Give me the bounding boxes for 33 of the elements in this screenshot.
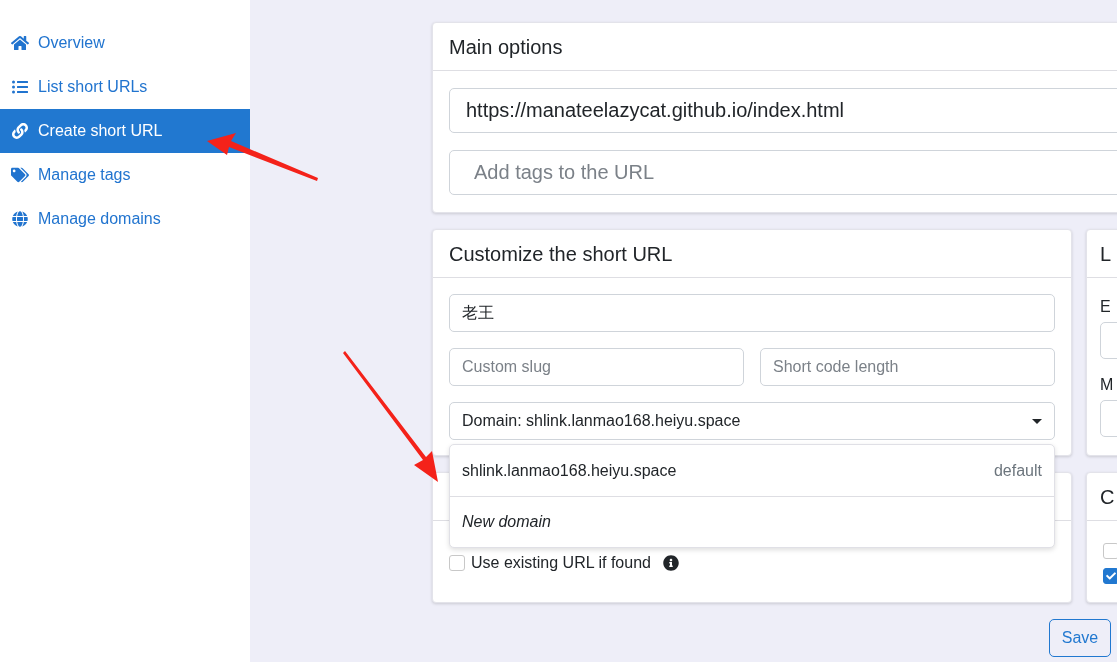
domain-select[interactable]: Domain: shlink.lanmao168.heiyu.space: [449, 402, 1055, 440]
checkbox[interactable]: [1103, 543, 1117, 559]
link-icon: [11, 123, 29, 139]
tags-icon: [11, 167, 29, 183]
info-icon: [662, 555, 679, 571]
default-label: default: [993, 460, 1042, 481]
tags-field[interactable]: Add tags to the URL: [449, 150, 1117, 195]
sidebar-item[interactable]: List short URLs: [0, 65, 250, 109]
list-icon: [11, 79, 29, 95]
slug-field[interactable]: Custom slug: [449, 348, 744, 386]
checkbox-label: Use existing URL if found: [471, 553, 651, 573]
card-title: L: [1100, 241, 1112, 267]
field-label: M: [1100, 375, 1115, 395]
card-title: Customize the short URL: [449, 241, 673, 267]
save-button[interactable]: Save: [1048, 619, 1112, 657]
check-icon: [1106, 571, 1116, 581]
sidebar-item[interactable]: Manage tags: [0, 153, 250, 197]
card-title: C: [1100, 484, 1115, 510]
field-label: E: [1100, 297, 1112, 317]
card-title: Main options: [449, 34, 563, 60]
url-field[interactable]: https://manateelazycat.github.io/index.html: [449, 88, 1117, 133]
globe-icon: [11, 211, 29, 227]
dropdown-item[interactable]: New domain: [450, 497, 1054, 547]
home-icon: [11, 35, 29, 51]
dropdown-item[interactable]: shlink.lanmao168.heiyu.space default: [450, 445, 1054, 496]
sidebar-item[interactable]: Manage domains: [0, 197, 250, 241]
sidebar-item[interactable]: Overview: [0, 21, 250, 65]
checkbox[interactable]: [1103, 568, 1117, 584]
caret-icon: [1032, 418, 1042, 424]
sidebar-item[interactable]: Create short URL: [0, 109, 250, 153]
length-field[interactable]: Short code length: [760, 348, 1055, 386]
title-field[interactable]: 老王: [449, 294, 1055, 332]
checkbox[interactable]: [449, 555, 465, 571]
